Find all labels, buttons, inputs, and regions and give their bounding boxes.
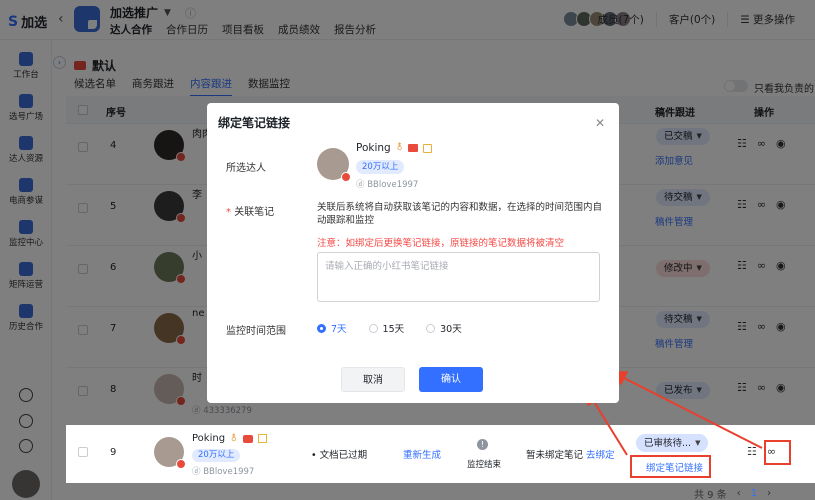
influencer-id: ⓓ BBlove1997 [356, 180, 419, 190]
arrow [610, 371, 763, 449]
warning-text: 注意：如绑定后更换笔记链接，原链接的笔记数据将被清空 [317, 238, 565, 249]
range-option-7[interactable]: 7天 [317, 321, 347, 335]
range-option-15[interactable]: 15天 [368, 321, 404, 335]
doc-icon [423, 143, 433, 153]
gender-icon: ⚨ [395, 143, 404, 153]
confirm-button[interactable]: 确认 [419, 367, 483, 392]
xiaohongshu-icon [341, 172, 351, 182]
note-link-input[interactable]: 请输入正确的小红书笔记链接 [317, 252, 600, 302]
radio-icon [368, 323, 378, 333]
cancel-button[interactable]: 取消 [341, 367, 405, 392]
note-label: * 关联笔记 [226, 207, 275, 218]
xiaohongshu-icon [408, 144, 419, 152]
note-description: 关联后系统将自动获取该笔记的内容和数据，在选择的时间范围内自动跟踪和监控 [317, 202, 603, 226]
bind-note-dialog: 绑定笔记链接 ✕ 所选达人 Poking ⚨ 20万以上 ⓓ BBlove1997… [207, 103, 619, 403]
dialog-title: 绑定笔记链接 [218, 116, 291, 130]
influencer-name: Poking ⚨ [356, 142, 433, 154]
selected-influencer-label: 所选达人 [226, 163, 266, 174]
radio-icon [426, 323, 436, 333]
range-option-30[interactable]: 30天 [426, 321, 462, 335]
fans-badge: 20万以上 [356, 160, 405, 174]
radio-icon [317, 323, 326, 333]
range-label: 监控时间范围 [226, 326, 286, 337]
range-radio-group: 7天 15天 30天 [317, 321, 462, 335]
avatar [317, 148, 351, 182]
close-icon[interactable]: ✕ [595, 116, 605, 130]
